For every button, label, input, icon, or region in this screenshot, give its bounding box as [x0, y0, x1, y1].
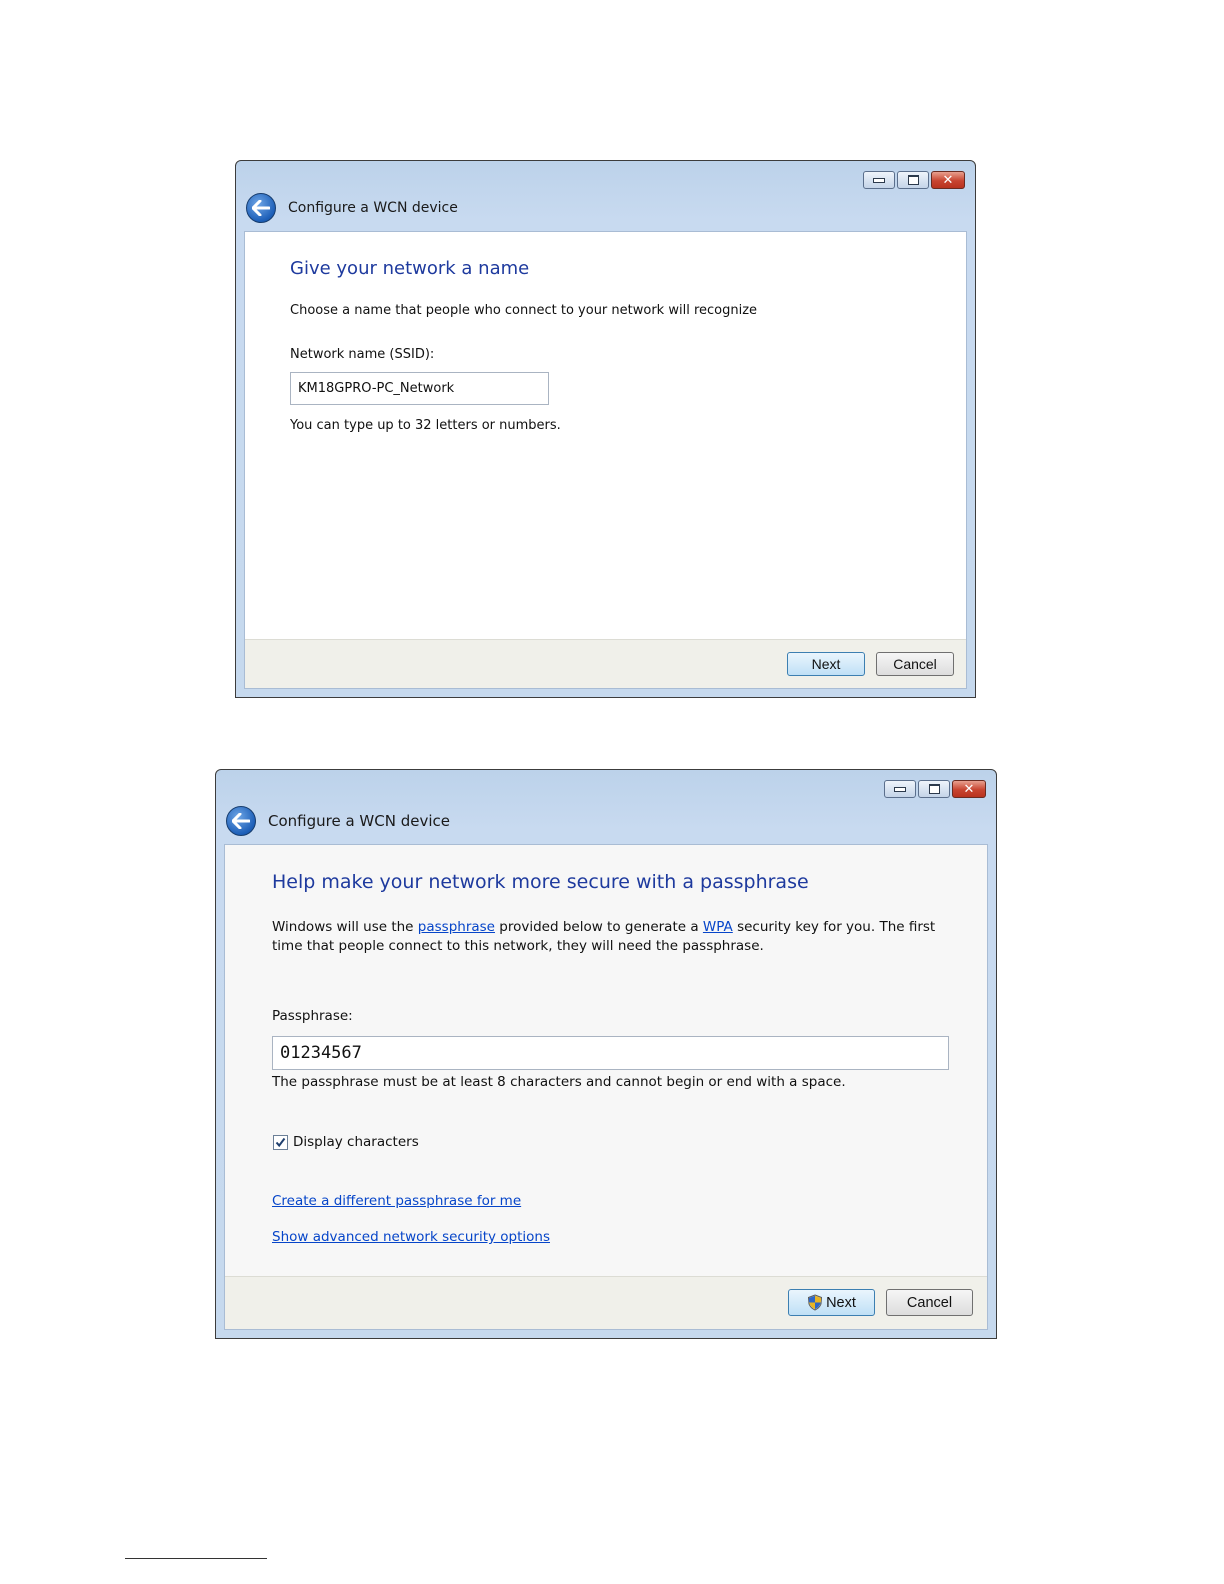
minimize-button[interactable] [863, 171, 895, 189]
close-button[interactable]: ✕ [952, 780, 986, 798]
window-title: Configure a WCN device [288, 200, 458, 216]
window-title: Configure a WCN device [268, 812, 450, 830]
description-line-1: Windows will use the passphrase provided… [272, 919, 935, 935]
minimize-icon [873, 177, 885, 183]
next-button[interactable]: Next [787, 652, 865, 676]
close-icon: ✕ [942, 172, 954, 188]
ssid-label: Network name (SSID): [290, 347, 435, 362]
caption-buttons: ✕ [863, 171, 965, 189]
wpa-link[interactable]: WPA [703, 919, 733, 935]
cancel-button[interactable]: Cancel [886, 1289, 973, 1316]
display-characters-label[interactable]: Display characters [293, 1134, 419, 1150]
content-area: Give your network a name Choose a name t… [244, 231, 967, 689]
caption-buttons: ✕ [884, 780, 986, 798]
next-button[interactable]: Next [788, 1289, 875, 1316]
wcn-dialog-passphrase: ✕ Configure a WCN device Help make your … [215, 769, 997, 1339]
back-arrow-icon [232, 813, 250, 829]
wcn-dialog-network-name: ✕ Configure a WCN device Give your netwo… [235, 160, 976, 698]
checkmark-icon [275, 1137, 286, 1148]
close-icon: ✕ [963, 781, 975, 797]
back-button[interactable] [246, 193, 276, 223]
create-passphrase-link[interactable]: Create a different passphrase for me [272, 1193, 521, 1209]
page-divider-line [125, 1558, 267, 1559]
footer-bar: Next Cancel [225, 1276, 987, 1329]
description-text: Choose a name that people who connect to… [290, 303, 758, 318]
page-heading: Help make your network more secure with … [272, 871, 809, 893]
description-line-2: time that people connect to this network… [272, 938, 764, 954]
display-characters-checkbox[interactable] [273, 1135, 288, 1150]
passphrase-hint: The passphrase must be at least 8 charac… [272, 1074, 846, 1090]
description-part-1: Windows will use the [272, 919, 418, 935]
passphrase-link[interactable]: passphrase [418, 919, 495, 935]
maximize-icon [907, 175, 919, 185]
ssid-input[interactable]: KM18GPRO-PC_Network [290, 372, 549, 405]
cancel-button[interactable]: Cancel [876, 652, 954, 676]
uac-shield-icon [808, 1294, 823, 1311]
advanced-security-link[interactable]: Show advanced network security options [272, 1229, 550, 1245]
page-heading: Give your network a name [290, 258, 530, 279]
ssid-input-value: KM18GPRO-PC_Network [298, 381, 455, 396]
ssid-hint: You can type up to 32 letters or numbers… [290, 418, 561, 433]
next-button-label: Next [826, 1294, 856, 1311]
title-row: Configure a WCN device [226, 806, 450, 836]
minimize-button[interactable] [884, 780, 916, 798]
description-part-2: provided below to generate a [494, 919, 703, 935]
description-part-3: security key for you. The first [732, 919, 936, 935]
maximize-button[interactable] [918, 780, 950, 798]
maximize-button[interactable] [897, 171, 929, 189]
content-area: Help make your network more secure with … [224, 844, 988, 1330]
footer-bar: Next Cancel [245, 639, 966, 688]
maximize-icon [928, 784, 940, 794]
passphrase-input-value: 01234567 [280, 1043, 362, 1063]
minimize-icon [894, 786, 906, 792]
passphrase-input[interactable]: 01234567 [272, 1036, 949, 1070]
close-button[interactable]: ✕ [931, 171, 965, 189]
back-button[interactable] [226, 806, 256, 836]
passphrase-label: Passphrase: [272, 1008, 353, 1024]
title-row: Configure a WCN device [246, 193, 458, 223]
back-arrow-icon [252, 200, 270, 216]
